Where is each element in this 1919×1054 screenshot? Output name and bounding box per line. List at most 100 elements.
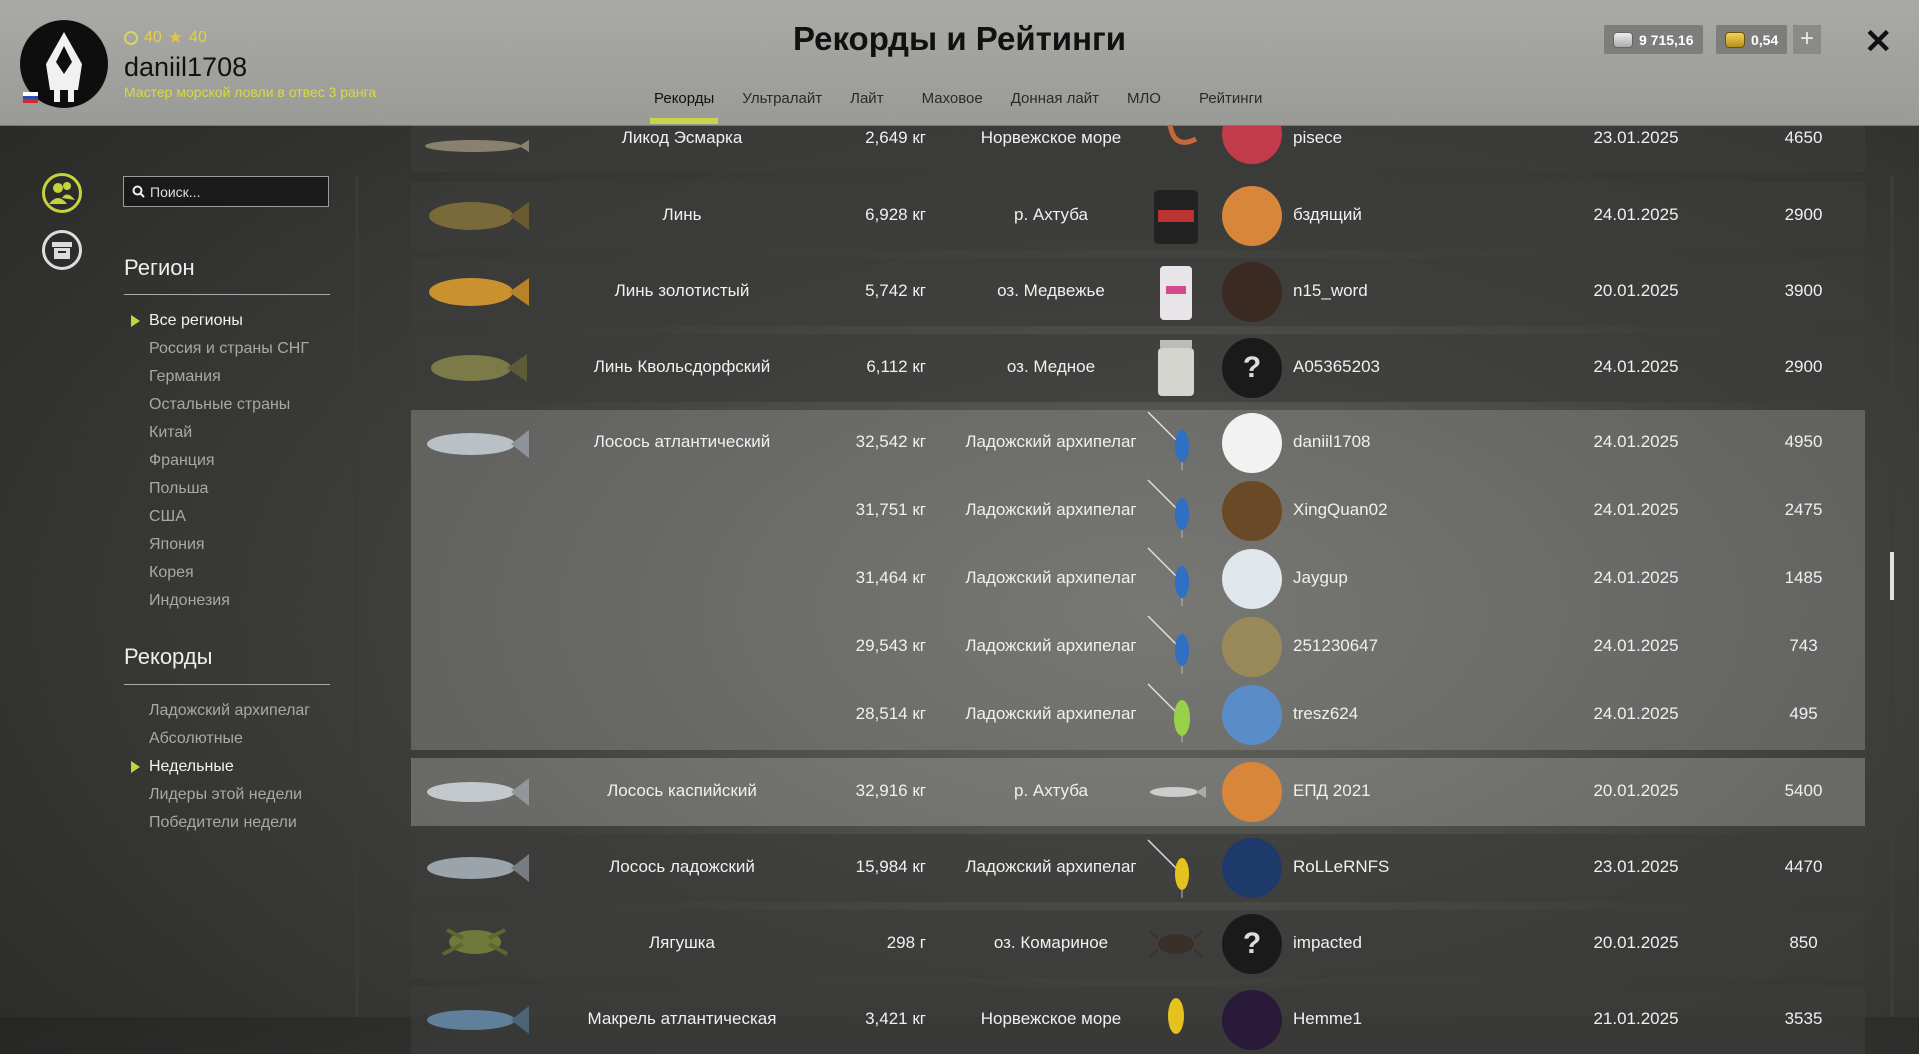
tab-mlo[interactable]: МЛО (1113, 88, 1185, 124)
region-item[interactable]: Россия и страны СНГ (149, 335, 309, 363)
records-item[interactable]: Победители недели (149, 809, 310, 837)
table-row[interactable]: Линь 6,928 кг р. Ахтуба бздящий 24.01.20… (411, 182, 1865, 250)
people-icon (49, 182, 75, 204)
table-row[interactable]: Лосось ладожский 15,984 кг Ладожский арх… (411, 834, 1865, 902)
fish-name: Лосось атлантический (593, 432, 771, 451)
fish-weight: 31,751 кг (855, 500, 926, 519)
fish-image (425, 140, 529, 152)
region-item[interactable]: Китай (149, 419, 309, 447)
player-avatar[interactable] (1222, 838, 1282, 898)
table-row[interactable]: Лягушка 298 г оз. Комариное ? impacted 2… (411, 910, 1865, 978)
search-input[interactable] (150, 183, 320, 200)
player-name[interactable]: pisece (1293, 128, 1342, 148)
fish-image (429, 278, 529, 306)
player-name[interactable]: RoLLeRNFS (1293, 857, 1389, 877)
scrollbar-thumb[interactable] (1890, 552, 1894, 600)
table-row[interactable]: Лосось каспийский 32,916 кг р. Ахтуба ЕП… (411, 758, 1865, 826)
player-avatar[interactable] (1222, 262, 1282, 322)
player-name[interactable]: Jaygup (1293, 568, 1348, 588)
region-item[interactable]: Корея (149, 559, 309, 587)
fish-location: Ладожский архипелаг (965, 704, 1137, 723)
player-name[interactable]: 251230647 (1293, 636, 1378, 656)
records-item[interactable]: Абсолютные (149, 725, 310, 753)
wobbler-lure-icon (1168, 998, 1184, 1034)
silver-coin-icon (1613, 31, 1633, 48)
records-item[interactable]: Ладожский архипелаг (149, 697, 310, 725)
player-name[interactable]: impacted (1293, 933, 1362, 953)
friends-icon[interactable] (42, 173, 82, 213)
unknown-avatar-icon[interactable]: ? (1222, 914, 1282, 974)
fish-image (429, 202, 529, 230)
table-row[interactable]: Макрель атлантическая 3,421 кг Норвежско… (411, 986, 1865, 1054)
record-score: 4950 (1784, 432, 1823, 451)
region-item[interactable]: Германия (149, 363, 309, 391)
player-avatar[interactable] (1222, 481, 1282, 541)
player-name[interactable]: daniil1708 (1293, 432, 1371, 452)
fish-name: Макрель атлантическая (587, 1009, 777, 1028)
bait-jar-icon (1158, 340, 1194, 396)
table-row-group[interactable]: Лосось атлантический 32,542 кг Ладожский… (411, 410, 1865, 750)
fish-weight: 28,514 кг (855, 704, 926, 723)
bait-package-icon (1160, 266, 1192, 320)
search-field[interactable] (123, 176, 329, 207)
region-item[interactable]: США (149, 503, 309, 531)
record-score: 743 (1789, 636, 1818, 655)
region-item[interactable]: Япония (149, 531, 309, 559)
region-item[interactable]: Франция (149, 447, 309, 475)
record-date: 24.01.2025 (1593, 205, 1679, 224)
tab-light[interactable]: Лайт (836, 88, 907, 124)
record-score: 2900 (1784, 357, 1823, 376)
tab-ultralight[interactable]: Ультралайт (728, 88, 836, 124)
player-name[interactable]: tresz624 (1293, 704, 1358, 724)
records-item[interactable]: Лидеры этой недели (149, 781, 310, 809)
inventory-icon[interactable] (42, 230, 82, 270)
player-name[interactable]: ЕПД 2021 (1293, 781, 1371, 801)
player-avatar[interactable] (1222, 762, 1282, 822)
tab-ratings[interactable]: Рейтинги (1185, 88, 1276, 124)
record-date: 20.01.2025 (1593, 933, 1679, 952)
player-rank: Мастер морской ловли в отвес 3 ранга (124, 84, 377, 100)
region-item[interactable]: Все регионы (131, 307, 309, 335)
table-row[interactable]: Линь золотистый 5,742 кг оз. Медвежье n1… (411, 258, 1865, 326)
player-avatar[interactable] (1222, 186, 1282, 246)
record-date: 20.01.2025 (1593, 781, 1679, 800)
fish-location: р. Ахтуба (1013, 205, 1089, 224)
divider (124, 684, 330, 685)
records-section-title: Рекорды (124, 644, 213, 669)
fish-location: Ладожский архипелаг (965, 500, 1137, 519)
player-avatar[interactable] (1222, 617, 1282, 677)
search-icon (132, 185, 145, 198)
player-avatar[interactable] (1222, 685, 1282, 745)
username: daniil1708 (124, 52, 248, 82)
record-score: 3900 (1784, 281, 1823, 300)
record-score: 2475 (1784, 500, 1823, 519)
region-item[interactable]: Индонезия (149, 587, 309, 615)
player-avatar[interactable] (1222, 413, 1282, 473)
add-currency-button[interactable]: + (1793, 25, 1821, 54)
table-row[interactable]: Линь Квольсдорфский 6,112 кг оз. Медное … (411, 334, 1865, 402)
player-avatar[interactable] (1222, 549, 1282, 609)
fish-weight: 3,421 кг (865, 1009, 926, 1028)
records-list: Ладожский архипелаг Абсолютные Недельные… (130, 697, 310, 837)
player-name[interactable]: XingQuan02 (1293, 500, 1388, 520)
region-item[interactable]: Остальные страны (149, 391, 309, 419)
player-name[interactable]: n15_word (1293, 281, 1368, 301)
player-name[interactable]: бздящий (1293, 205, 1362, 225)
player-name[interactable]: Hemme1 (1293, 1009, 1362, 1029)
tab-bottom-light[interactable]: Донная лайт (997, 88, 1113, 124)
records-item[interactable]: Недельные (130, 753, 310, 781)
tab-pole[interactable]: Маховое (908, 88, 997, 124)
player-name[interactable]: A05365203 (1293, 357, 1380, 377)
region-item[interactable]: Польша (149, 475, 309, 503)
fish-name: Лосось ладожский (609, 857, 755, 876)
fish-image (427, 430, 529, 458)
unknown-avatar-icon[interactable]: ? (1222, 338, 1282, 398)
russia-flag-icon (23, 92, 38, 103)
fish-image (431, 354, 527, 382)
fish-location: оз. Медвежье (997, 281, 1105, 300)
close-icon[interactable]: ✕ (1864, 22, 1893, 62)
tab-records[interactable]: Рекорды (640, 88, 728, 124)
fish-weight: 15,984 кг (855, 857, 926, 876)
record-score: 4650 (1784, 128, 1823, 147)
player-avatar[interactable] (1222, 990, 1282, 1050)
